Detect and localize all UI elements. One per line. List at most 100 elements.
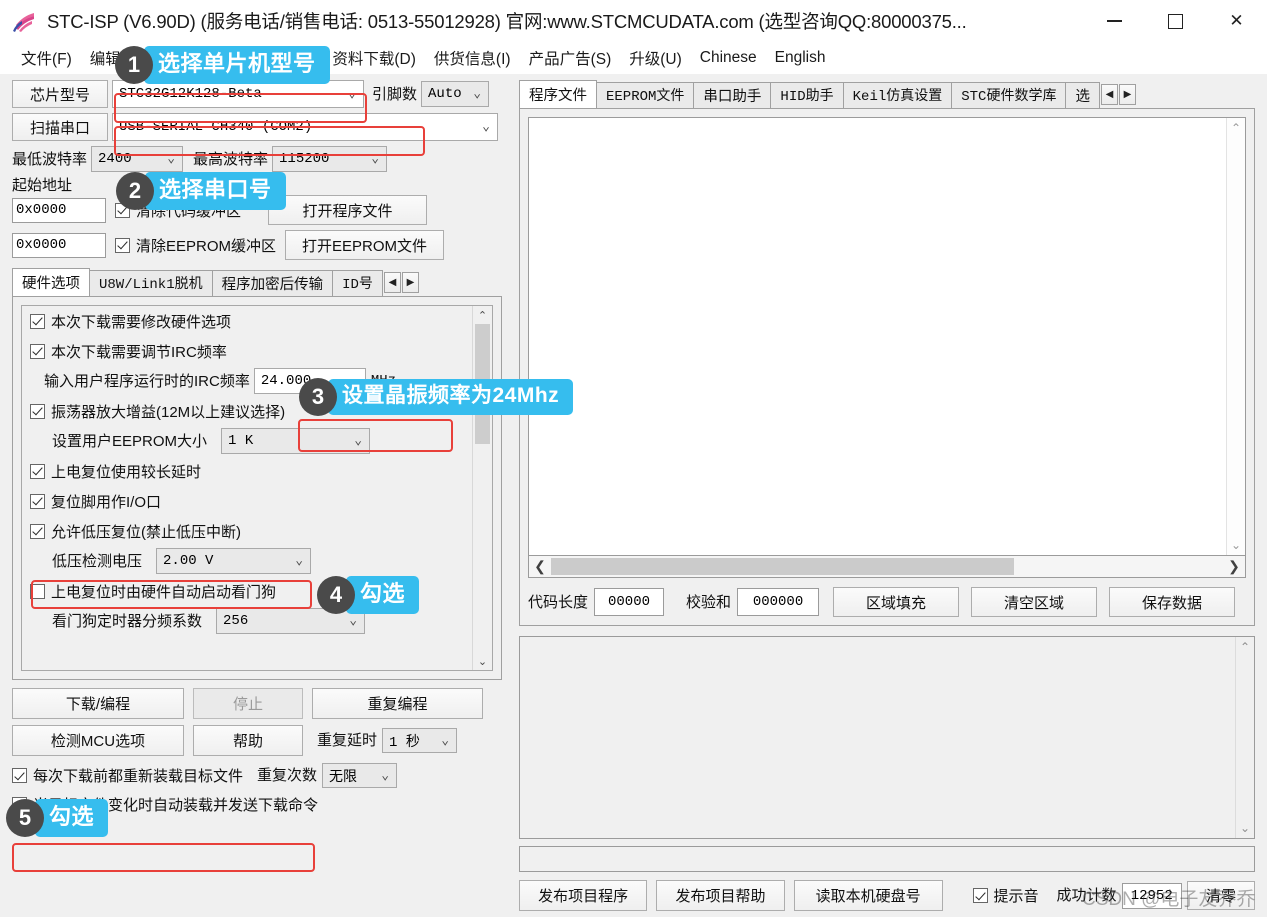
reprogram-button[interactable]: 重复编程 <box>312 688 483 719</box>
menu-item-debug-interface[interactable]: 调试接口(G) <box>221 44 323 72</box>
open-program-file-button[interactable]: 打开程序文件 <box>268 195 428 225</box>
editor-vertical-scrollbar[interactable]: ⌃ ⌄ <box>1226 118 1245 555</box>
menu-item-docs[interactable]: 资料下载(D) <box>323 44 425 72</box>
detect-mcu-options-button[interactable]: 检测MCU选项 <box>12 725 184 756</box>
tab-encrypted-transfer[interactable]: 程序加密后传输 <box>211 270 334 296</box>
opt-adjust-irc-checkbox[interactable]: 本次下载需要调节IRC频率 <box>30 341 227 362</box>
hex-editor-area[interactable]: ⌃ ⌄ <box>528 117 1246 556</box>
reload-before-download-checkbox[interactable]: 每次下载前都重新装载目标文件 <box>12 765 243 786</box>
menu-item-supply[interactable]: 供货信息(I) <box>425 44 520 72</box>
auto-reload-checkbox[interactable]: 当目标文件变化时自动装载并发送下载命令 <box>12 794 318 815</box>
tab-hid-assistant[interactable]: HID助手 <box>770 82 844 108</box>
menu-item-upgrade[interactable]: 升级(U) <box>620 44 691 72</box>
eeprom-size-combo[interactable]: 1 K ⌄ <box>221 428 371 454</box>
hscrollbar-thumb[interactable] <box>551 558 1014 575</box>
lvd-voltage-combo[interactable]: 2.00 V ⌄ <box>156 548 312 574</box>
code-length-value[interactable]: 00000 <box>594 588 665 616</box>
tab-scroll-left-icon[interactable]: ◀ <box>1100 83 1118 105</box>
menu-item-chinese[interactable]: Chinese <box>691 46 766 70</box>
tab-serial-assistant[interactable]: 串口助手 <box>693 82 772 108</box>
scroll-down-icon[interactable]: ⌄ <box>1240 821 1250 835</box>
close-button[interactable]: ✕ <box>1206 0 1267 42</box>
option-row-irc-frequency: 输入用户程序运行时的IRC频率 24.000 ⌄ MHz <box>22 366 492 396</box>
open-eeprom-file-button[interactable]: 打开EEPROM文件 <box>285 230 445 260</box>
chip-model-button[interactable]: 芯片型号 <box>12 80 108 108</box>
menu-item-download[interactable]: 下载(D) <box>150 44 221 72</box>
max-baud-combo[interactable]: 115200 ⌄ <box>272 146 388 172</box>
checkbox-box <box>30 523 45 539</box>
menu-item-file[interactable]: 文件(F) <box>12 44 81 72</box>
checksum-value[interactable]: 000000 <box>737 588 820 616</box>
beep-checkbox[interactable]: 提示音 <box>972 885 1039 906</box>
tab-scroll-right-icon[interactable]: ▶ <box>1118 83 1136 105</box>
help-button[interactable]: 帮助 <box>193 725 303 756</box>
repeat-count-combo[interactable]: 无限 ⌄ <box>322 763 398 788</box>
application-window: STC-ISP (V6.90D) (服务电话/销售电话: 0513-550129… <box>0 0 1267 917</box>
min-baud-combo[interactable]: 2400 ⌄ <box>91 146 184 172</box>
eeprom-start-address-input[interactable]: 0x0000 <box>12 232 106 258</box>
option-row: 上电复位使用较长延时 <box>22 456 492 486</box>
scroll-up-icon[interactable]: ⌃ <box>473 306 492 324</box>
success-count-value: 12952 <box>1121 882 1182 909</box>
hardware-options-list[interactable]: 本次下载需要修改硬件选项 本次下载需要调节IRC频率 输入用户程序运行时的IRC… <box>21 305 493 671</box>
hscroll-right-icon[interactable]: ❯ <box>1223 558 1245 575</box>
tab-scroll-right-icon[interactable]: ▶ <box>401 271 419 293</box>
maximize-button[interactable] <box>1145 0 1206 42</box>
scrollbar-thumb[interactable] <box>475 324 490 444</box>
opt-allow-low-voltage-reset-checkbox[interactable]: 允许低压复位(禁止低压中断) <box>30 521 241 542</box>
save-data-button[interactable]: 保存数据 <box>1109 587 1236 617</box>
publish-project-help-button[interactable]: 发布项目帮助 <box>656 880 785 911</box>
tab-more[interactable]: 选 <box>1065 82 1100 108</box>
opt-reset-pin-as-io-checkbox[interactable]: 复位脚用作I/O口 <box>30 491 161 512</box>
watchdog-prescaler-combo[interactable]: 256 ⌄ <box>216 608 366 634</box>
download-program-button[interactable]: 下载/编程 <box>12 688 184 719</box>
clear-eeprom-buffer-checkbox[interactable]: 清除EEPROM缓冲区 <box>115 235 276 256</box>
scroll-up-icon[interactable]: ⌃ <box>1231 121 1241 135</box>
watchdog-prescaler-label: 看门狗定时器分频系数 <box>52 612 203 630</box>
action-buttons-row-2: 检测MCU选项 帮助 重复延时 1 秒 ⌄ <box>12 725 513 756</box>
fill-area-button[interactable]: 区域填充 <box>833 587 960 617</box>
log-vertical-scrollbar[interactable]: ⌃ ⌄ <box>1235 637 1254 838</box>
tab-eeprom-file[interactable]: EEPROM文件 <box>596 82 695 108</box>
repeat-delay-combo[interactable]: 1 秒 ⌄ <box>382 728 458 753</box>
checkbox-box <box>30 403 45 419</box>
tab-id-number[interactable]: ID号 <box>332 270 383 296</box>
menu-item-ads[interactable]: 产品广告(S) <box>520 44 621 72</box>
stop-button[interactable]: 停止 <box>193 688 303 719</box>
tab-hardware-options[interactable]: 硬件选项 <box>12 268 90 296</box>
chip-model-combo[interactable]: STC32G12K128-Beta ⌄ <box>112 80 364 108</box>
irc-frequency-combo[interactable]: 24.000 ⌄ <box>253 368 366 394</box>
opt-long-power-on-reset-checkbox[interactable]: 上电复位使用较长延时 <box>30 461 201 482</box>
clear-count-button[interactable]: 清零 <box>1186 881 1255 910</box>
options-vertical-scrollbar[interactable]: ⌃ ⌄ <box>472 306 492 670</box>
menu-item-english[interactable]: English <box>766 46 835 70</box>
clear-area-button[interactable]: 清空区域 <box>971 587 1098 617</box>
minimize-button[interactable] <box>1084 0 1145 42</box>
publish-project-program-button[interactable]: 发布项目程序 <box>519 880 648 911</box>
option-row: 本次下载需要修改硬件选项 <box>22 306 492 336</box>
read-disk-id-button[interactable]: 读取本机硬盘号 <box>793 880 943 911</box>
scroll-up-icon[interactable]: ⌃ <box>1240 640 1250 654</box>
status-bar <box>519 846 1255 872</box>
tab-keil-emulation[interactable]: Keil仿真设置 <box>842 82 953 108</box>
scan-port-button[interactable]: 扫描串口 <box>12 113 108 141</box>
code-start-address-input[interactable]: 0x0000 <box>12 197 106 223</box>
opt-auto-watchdog-checkbox[interactable]: 上电复位时由硬件自动启动看门狗 <box>30 581 276 602</box>
tab-stc-math-lib[interactable]: STC硬件数学库 <box>951 82 1067 108</box>
serial-port-combo[interactable]: USB-SERIAL CH340 (COM2) ⌄ <box>112 113 498 141</box>
log-output-area[interactable]: ⌃ ⌄ <box>519 636 1255 839</box>
hscroll-left-icon[interactable]: ❮ <box>529 558 551 575</box>
menu-item-edit[interactable]: 编辑(E) <box>81 44 151 72</box>
tab-u8w-link1[interactable]: U8W/Link1脱机 <box>89 270 213 296</box>
scroll-down-icon[interactable]: ⌄ <box>473 652 492 670</box>
opt-oscillator-gain-checkbox[interactable]: 振荡器放大增益(12M以上建议选择) <box>30 401 285 422</box>
tab-scroll-left-icon[interactable]: ◀ <box>383 271 401 293</box>
tab-program-file[interactable]: 程序文件 <box>519 80 597 108</box>
clear-code-buffer-checkbox[interactable]: 清除代码缓冲区 <box>115 200 241 221</box>
pin-count-combo[interactable]: Auto ⌄ <box>421 81 490 107</box>
option-row-eeprom-size: 设置用户EEPROM大小 1 K ⌄ <box>22 426 492 456</box>
scroll-down-icon[interactable]: ⌄ <box>1231 538 1241 552</box>
checkbox-box <box>30 463 45 479</box>
editor-horizontal-scrollbar[interactable]: ❮ ❯ <box>528 556 1246 578</box>
opt-modify-hw-options-checkbox[interactable]: 本次下载需要修改硬件选项 <box>30 311 231 332</box>
